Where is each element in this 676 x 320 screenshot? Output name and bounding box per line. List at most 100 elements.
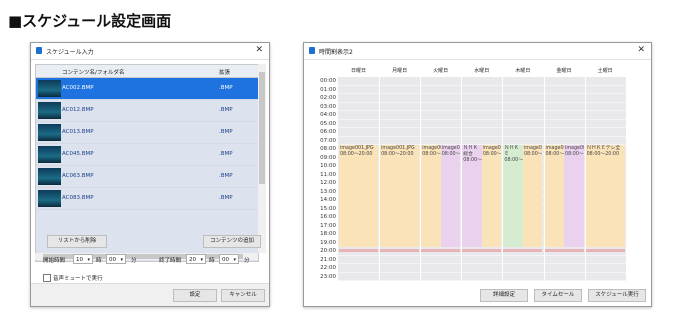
day-header: 金曜日: [556, 68, 572, 74]
hour-label: 17:00: [320, 222, 336, 229]
table-row[interactable]: AC012.BMP .BMP: [36, 100, 258, 122]
schedule-block[interactable]: ＮＨＫＥテレ全 08:00〜20:00: [585, 145, 625, 247]
schedule-block[interactable]: image00 08:00〜: [421, 145, 441, 247]
file-name: AC013.BMP: [62, 129, 94, 135]
end-marker: [564, 249, 584, 252]
titlebar: 時間割表示2 ✕: [304, 43, 651, 60]
hour-label: 05:00: [320, 120, 336, 127]
remove-from-list-button[interactable]: リストから削除: [47, 235, 107, 248]
day-separator: [502, 77, 504, 281]
schedule-block[interactable]: ＮＨＫＥ 08:00〜: [503, 145, 523, 247]
start-time-label: 開始時間: [43, 258, 66, 264]
thumbnail-image: [38, 80, 61, 97]
start-minute-select[interactable]: 00 ▾: [106, 254, 126, 264]
hour-label: 08:00: [320, 146, 336, 152]
end-marker: [440, 249, 461, 252]
table-row[interactable]: AC063.BMP .BMP: [36, 166, 258, 188]
hour-label: 23:00: [320, 273, 336, 280]
end-hour-select[interactable]: 20 ▾: [186, 254, 206, 264]
window-title: 時間割表示2: [319, 49, 353, 56]
schedule-block[interactable]: image00 08:00〜: [440, 145, 461, 247]
detail-settings-button[interactable]: 詳細設定: [480, 289, 528, 302]
column-header-name: コンテンツ名/フォルダ名: [62, 70, 125, 76]
day-separator: [379, 77, 381, 281]
end-marker: [380, 249, 420, 252]
table-row[interactable]: AC045.BMP .BMP: [36, 144, 258, 166]
day-separator: [543, 77, 545, 281]
table-row[interactable]: AC002.BMP .BMP: [36, 78, 258, 100]
day-header: 土曜日: [597, 68, 613, 74]
hour-label: 01:00: [320, 86, 336, 93]
end-marker: [503, 249, 523, 252]
weekly-timetable: 日曜日 月曜日 火曜日 水曜日 木曜日 金曜日 土曜日 00:00 01:00 02:00 03:…: [308, 64, 626, 282]
file-name: AC063.BMP: [62, 173, 94, 179]
mute-label: 音声ミュートで実行: [53, 276, 103, 282]
file-name: AC012.BMP: [62, 107, 94, 113]
schedule-block[interactable]: image00 08:00〜: [564, 145, 584, 247]
run-schedule-button[interactable]: スケジュール実行: [588, 289, 646, 302]
file-name: AC083.BMP: [62, 195, 94, 201]
end-minute-select[interactable]: 00 ▾: [219, 254, 239, 264]
end-marker: [585, 249, 625, 252]
app-icon: [36, 47, 42, 54]
close-icon[interactable]: ✕: [255, 45, 263, 55]
hour-label: 12:00: [320, 180, 336, 186]
mute-checkbox[interactable]: [43, 274, 51, 282]
thumbnail-image: [38, 190, 61, 207]
file-extension: .BMP: [219, 173, 233, 179]
titlebar: スケジュール入力 ✕: [31, 43, 269, 60]
list-header: コンテンツ名/フォルダ名 拡張: [36, 65, 258, 78]
app-icon: [309, 47, 315, 54]
table-row[interactable]: AC083.BMP .BMP: [36, 188, 258, 210]
hour-label: 20:00: [320, 248, 336, 254]
day-separator: [584, 77, 586, 281]
day-separator: [420, 77, 422, 281]
file-extension: .BMP: [219, 107, 233, 113]
hour-label: 04:00: [320, 112, 336, 118]
thumbnail-image: [38, 102, 61, 119]
file-extension: .BMP: [219, 85, 233, 91]
hour-label: 16:00: [320, 214, 336, 220]
schedule-block[interactable]: image00 08:00〜: [544, 145, 565, 247]
hour-label: 14:00: [320, 197, 336, 203]
hour-label: 09:00: [320, 154, 336, 161]
day-header: 日曜日: [350, 68, 366, 74]
add-content-button[interactable]: コンテンツの追加: [203, 235, 261, 248]
hour-label: 21:00: [320, 256, 336, 263]
end-time-label: 終了時間: [159, 258, 182, 264]
schedule-block[interactable]: image001.JPG 08:00〜20:00: [339, 145, 379, 247]
content-list: コンテンツ名/フォルダ名 拡張 AC002.BMP .BMP AC012.BMP .B…: [35, 64, 259, 262]
column-header-ext: 拡張: [219, 70, 231, 76]
file-extension: .BMP: [219, 195, 233, 201]
schedule-calendar-window: 時間割表示2 ✕ 日曜日 月曜日 火曜日 水曜日 木曜日 金曜日 土曜日 00:00 01:0…: [303, 42, 652, 307]
start-hour-select[interactable]: 10 ▾: [73, 254, 93, 264]
thumbnail-image: [38, 146, 61, 163]
hour-unit-label: 時: [96, 258, 102, 264]
thumbnail-image: [38, 124, 61, 141]
schedule-block[interactable]: image00 08:00〜: [481, 145, 502, 247]
minute-unit-label: 分: [244, 258, 250, 264]
vertical-scrollbar[interactable]: [258, 64, 266, 253]
end-marker: [421, 249, 441, 252]
end-marker: [481, 249, 502, 252]
page-title: ■スケジュール設定画面: [8, 12, 172, 30]
day-header: 火曜日: [433, 68, 449, 74]
day-header: 月曜日: [392, 68, 408, 74]
schedule-block[interactable]: image00 08:00〜: [522, 145, 543, 247]
ok-button[interactable]: 設定: [173, 289, 217, 302]
cancel-button[interactable]: キャンセル: [221, 289, 265, 302]
hour-label: 10:00: [320, 163, 336, 169]
file-name: AC045.BMP: [62, 151, 94, 157]
file-extension: .BMP: [219, 129, 233, 135]
hour-label: 22:00: [320, 265, 336, 271]
close-icon[interactable]: ✕: [637, 45, 645, 55]
schedule-block[interactable]: image001.JPG 08:00〜20:00: [380, 145, 420, 247]
file-extension: .BMP: [219, 151, 233, 157]
day-header: 水曜日: [474, 68, 490, 74]
hour-label: 03:00: [320, 103, 336, 110]
end-marker: [339, 249, 379, 252]
table-row[interactable]: AC013.BMP .BMP: [36, 122, 258, 144]
schedule-block[interactable]: ＮＨＫ総合 08:00〜: [462, 145, 482, 247]
time-sale-button[interactable]: タイムセール: [534, 289, 582, 302]
hour-label: 06:00: [320, 129, 336, 135]
